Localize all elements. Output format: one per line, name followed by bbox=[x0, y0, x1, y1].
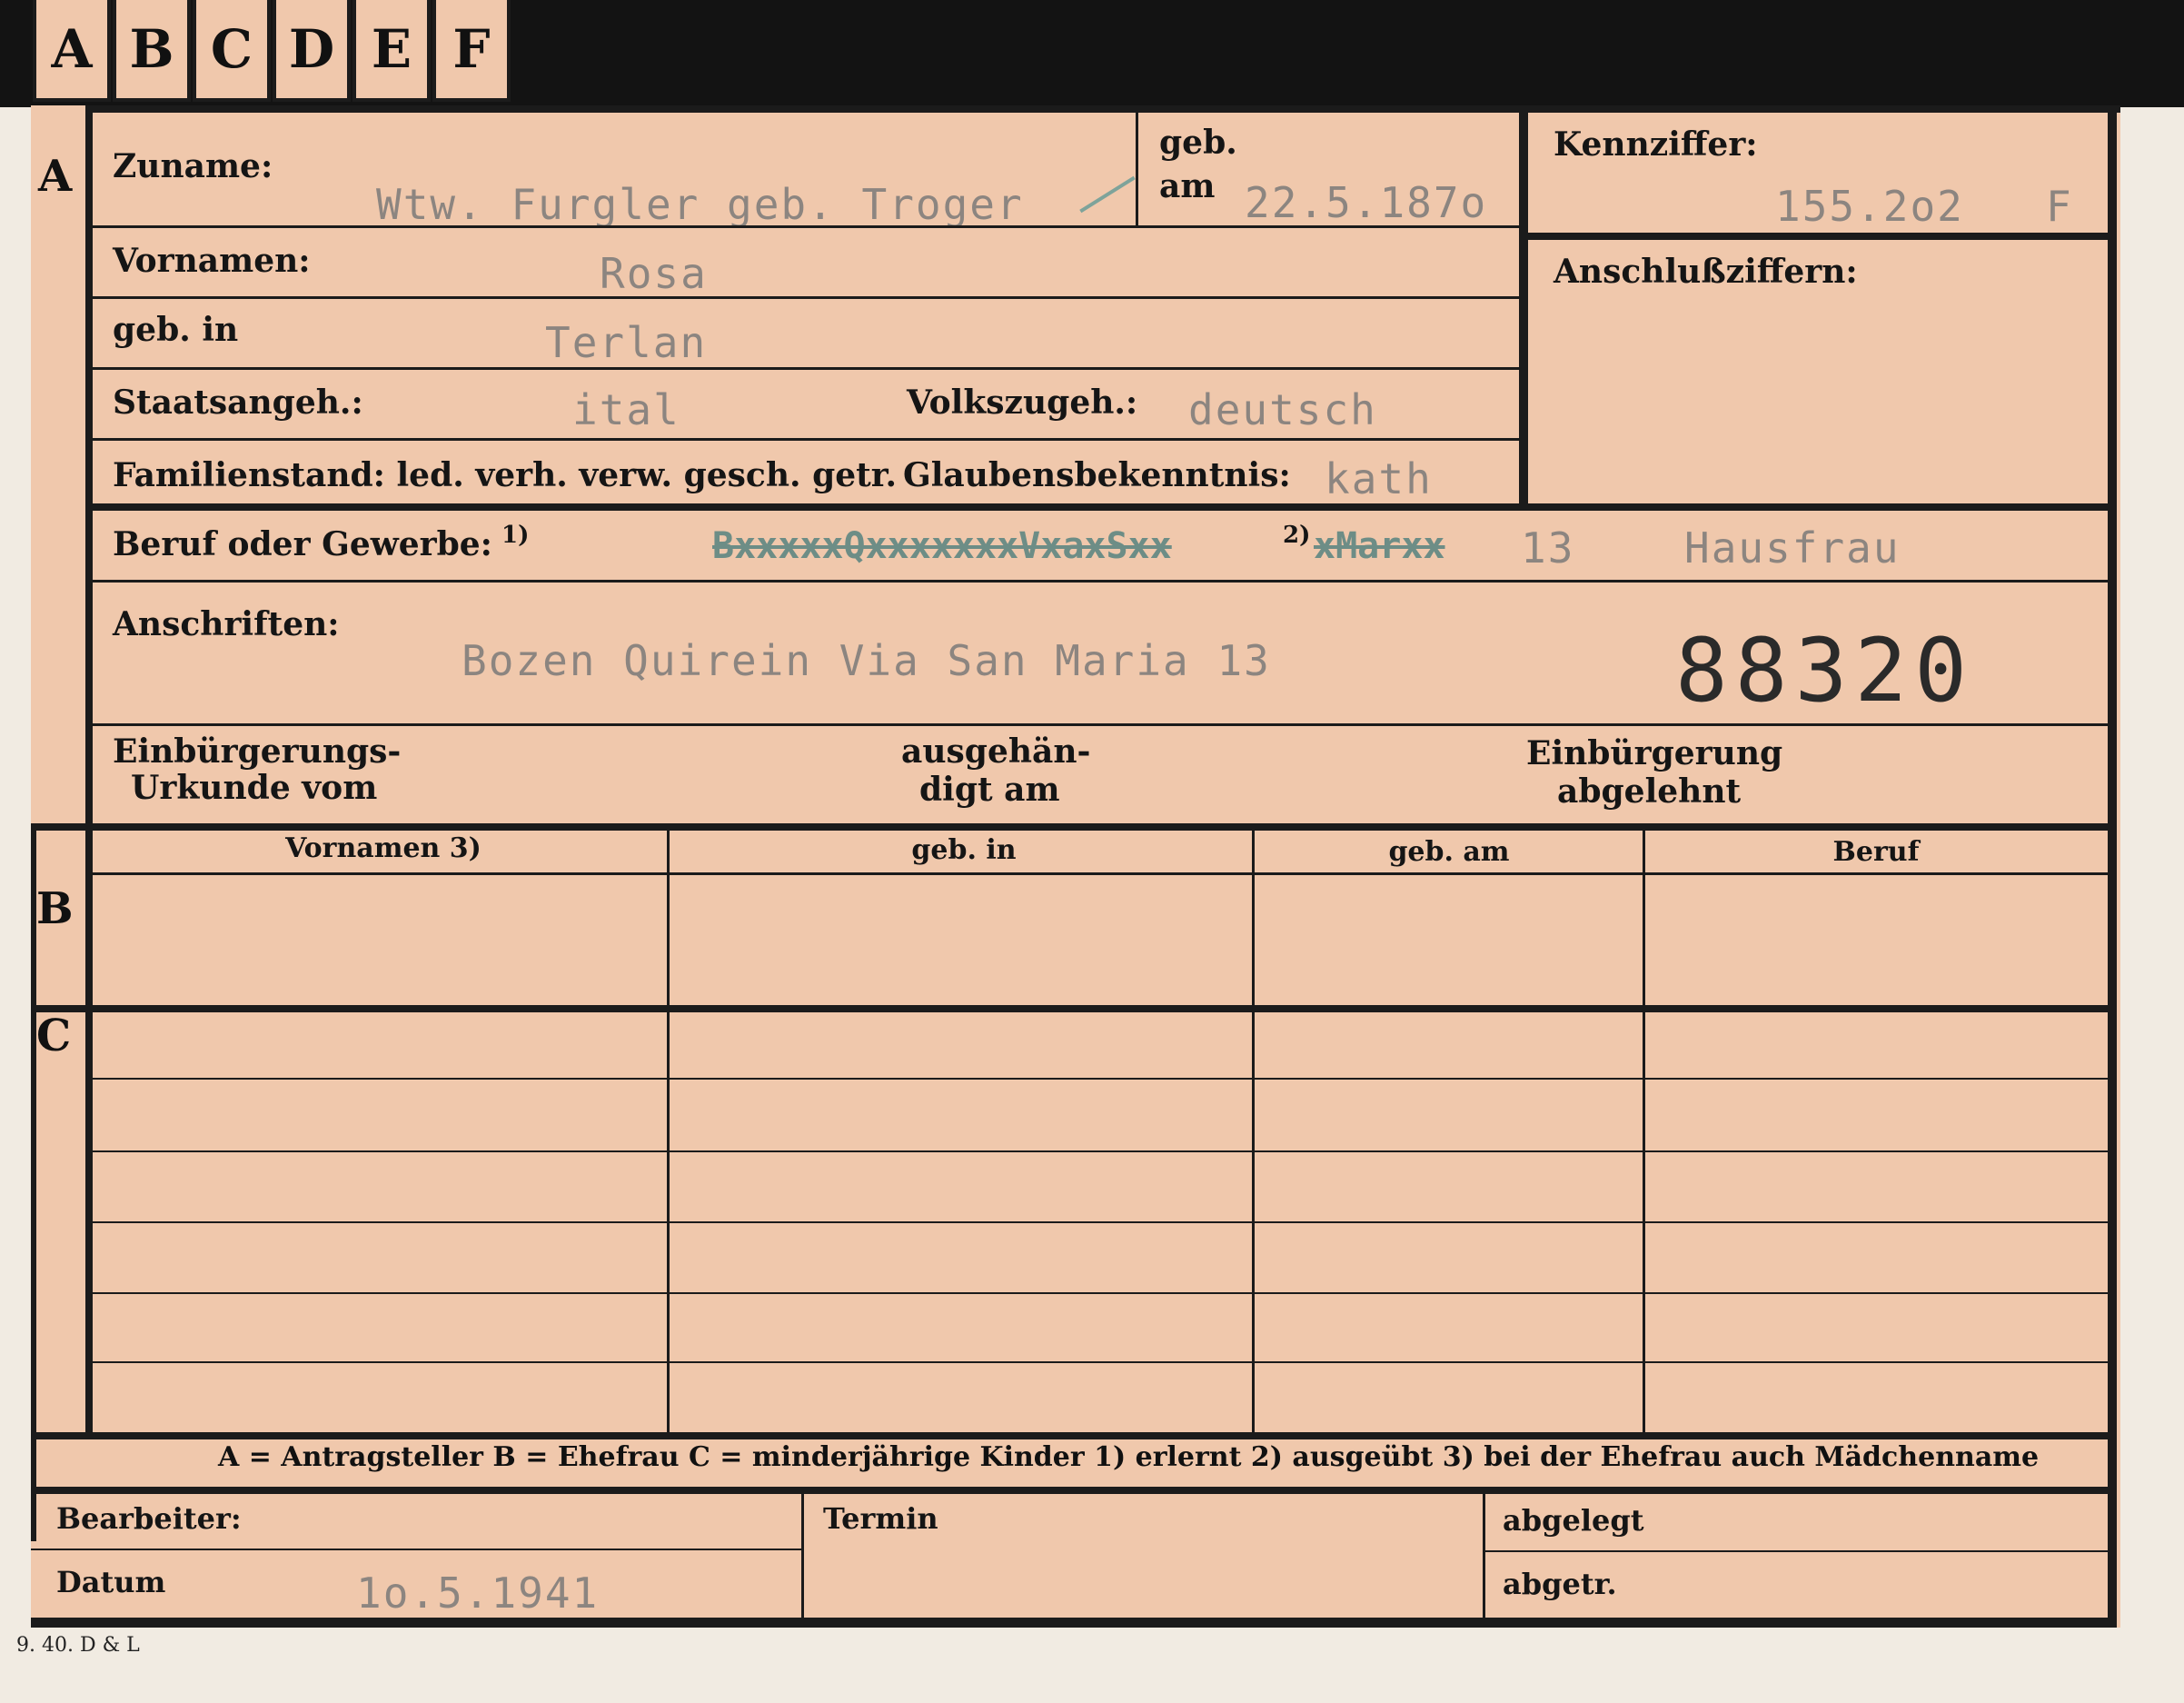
col-header-birthdate: geb. am bbox=[1388, 836, 1510, 868]
row-line-3 bbox=[93, 367, 1519, 370]
first-names-value: Rosa bbox=[600, 249, 708, 298]
addresses-value: Bozen Quirein Via San Maria 13 bbox=[462, 636, 1271, 685]
occupation-note-1: 1) bbox=[501, 522, 530, 549]
registration-card: A B C Zuname: Wtw. Furgler geb. Troger g… bbox=[31, 105, 2120, 1628]
naturalization-label-1: Einbürgerungs- bbox=[113, 732, 402, 771]
tab-e: E bbox=[352, 0, 431, 102]
table-col-line-3 bbox=[1643, 831, 1645, 1432]
kennziffer-suffix: F bbox=[2046, 182, 2073, 231]
child-row-line-1 bbox=[93, 1078, 2108, 1080]
frame-bottom-line bbox=[31, 1618, 2117, 1628]
occupation-note-2: 2) bbox=[1283, 522, 1311, 549]
section-a-marker: A bbox=[38, 151, 73, 202]
footer-divider-2 bbox=[1483, 1490, 1485, 1627]
handed-out-label-1: ausgehän- bbox=[901, 732, 1091, 771]
legend-bottom-line bbox=[31, 1487, 2108, 1494]
religion-value: kath bbox=[1325, 454, 1433, 503]
section-c-marker: C bbox=[36, 1011, 72, 1061]
surname-value: Wtw. Furgler geb. Troger bbox=[376, 180, 1024, 229]
birthplace-label: geb. in bbox=[113, 311, 239, 349]
born-divider bbox=[1136, 113, 1138, 225]
occupation-struck-text-2: xMarxx bbox=[1314, 525, 1445, 567]
tab-f: F bbox=[432, 0, 511, 102]
tab-d: D bbox=[273, 0, 351, 102]
marital-status-label: Familienstand: led. verh. verw. gesch. g… bbox=[113, 456, 897, 494]
date-label: Datum bbox=[56, 1565, 166, 1599]
occupation-label: Beruf oder Gewerbe: bbox=[113, 525, 492, 563]
birthplace-value: Terlan bbox=[545, 318, 708, 367]
section-b-marker: B bbox=[36, 883, 74, 934]
row-line-2 bbox=[93, 296, 1519, 299]
tab-b: B bbox=[113, 0, 191, 102]
addresses-label: Anschriften: bbox=[113, 605, 340, 643]
filed-label: abgelegt bbox=[1503, 1503, 1644, 1538]
frame-left-inner-line bbox=[85, 105, 93, 1432]
kennziffer-left-border bbox=[1519, 113, 1528, 507]
handed-out-label-2: digt am bbox=[919, 771, 1060, 809]
check-mark bbox=[1079, 175, 1136, 214]
file-number-stamp: 88320 bbox=[1675, 620, 1974, 722]
footer-divider-1 bbox=[801, 1490, 804, 1627]
occupation-number: 13 bbox=[1521, 523, 1575, 573]
row-line-1 bbox=[93, 225, 1519, 228]
occupation-struck-text: BxxxxxQxxxxxxxVxaxSxx bbox=[712, 525, 1172, 567]
table-col-line-1 bbox=[667, 831, 670, 1432]
section-c-top-line bbox=[31, 1005, 2108, 1012]
clerk-label: Bearbeiter: bbox=[56, 1501, 242, 1536]
refused-label-1: Einbürgerung bbox=[1526, 734, 1783, 772]
citizenship-value: ital bbox=[572, 385, 680, 434]
child-row-line-5 bbox=[93, 1361, 2108, 1363]
footer-right-line bbox=[1483, 1550, 2108, 1552]
row-line-6 bbox=[93, 580, 2108, 583]
row-line-4 bbox=[93, 438, 1519, 441]
legend-text: A = Antragsteller B = Ehefrau C = minder… bbox=[218, 1441, 2040, 1473]
frame-right-line bbox=[2108, 105, 2117, 1628]
child-row-line-3 bbox=[93, 1221, 2108, 1223]
anschluss-label: Anschlußziffern: bbox=[1554, 253, 1858, 291]
sent-label: abgetr. bbox=[1503, 1567, 1617, 1601]
citizenship-label: Staatsangeh.: bbox=[113, 383, 363, 422]
kennziffer-divider bbox=[1528, 233, 2108, 240]
naturalization-label-2: Urkunde vom bbox=[131, 769, 378, 807]
deadline-label: Termin bbox=[823, 1501, 938, 1536]
ethnicity-label: Volkszugeh.: bbox=[907, 383, 1138, 422]
table-header-line bbox=[93, 872, 2108, 875]
row-line-5 bbox=[93, 503, 2108, 511]
child-row-line-2 bbox=[93, 1150, 2108, 1152]
section-b-top-line bbox=[31, 823, 2108, 831]
occupation-value: Hausfrau bbox=[1684, 523, 1901, 573]
born-date-value: 22.5.187o bbox=[1245, 178, 1488, 227]
tab-c: C bbox=[193, 0, 271, 102]
refused-label-2: abgelehnt bbox=[1557, 772, 1742, 811]
kennziffer-value: 155.2o2 bbox=[1775, 182, 1964, 231]
col-header-birthplace: geb. in bbox=[911, 834, 1017, 866]
child-row-line-4 bbox=[93, 1292, 2108, 1294]
kennziffer-label: Kennziffer: bbox=[1554, 125, 1758, 164]
col-header-occupation: Beruf bbox=[1832, 836, 1920, 868]
born-label-am: am bbox=[1159, 167, 1216, 205]
date-value: 1o.5.1941 bbox=[356, 1569, 600, 1618]
tab-a: A bbox=[33, 0, 111, 102]
born-label-geb: geb. bbox=[1159, 124, 1237, 162]
index-tabs: A B C D E F bbox=[33, 0, 512, 107]
religion-label: Glaubensbekenntnis: bbox=[903, 456, 1291, 494]
surname-label: Zuname: bbox=[113, 147, 273, 185]
ethnicity-value: deutsch bbox=[1188, 385, 1377, 434]
print-mark: 9. 40. D & L bbox=[16, 1634, 140, 1657]
legend-top-line bbox=[31, 1432, 2108, 1439]
row-line-7 bbox=[93, 723, 2108, 726]
first-names-label: Vornamen: bbox=[113, 242, 311, 280]
frame-top-line bbox=[85, 105, 2120, 113]
table-col-line-2 bbox=[1252, 831, 1255, 1432]
col-header-first-names: Vornamen 3) bbox=[285, 832, 481, 864]
footer-left-line bbox=[31, 1549, 801, 1550]
